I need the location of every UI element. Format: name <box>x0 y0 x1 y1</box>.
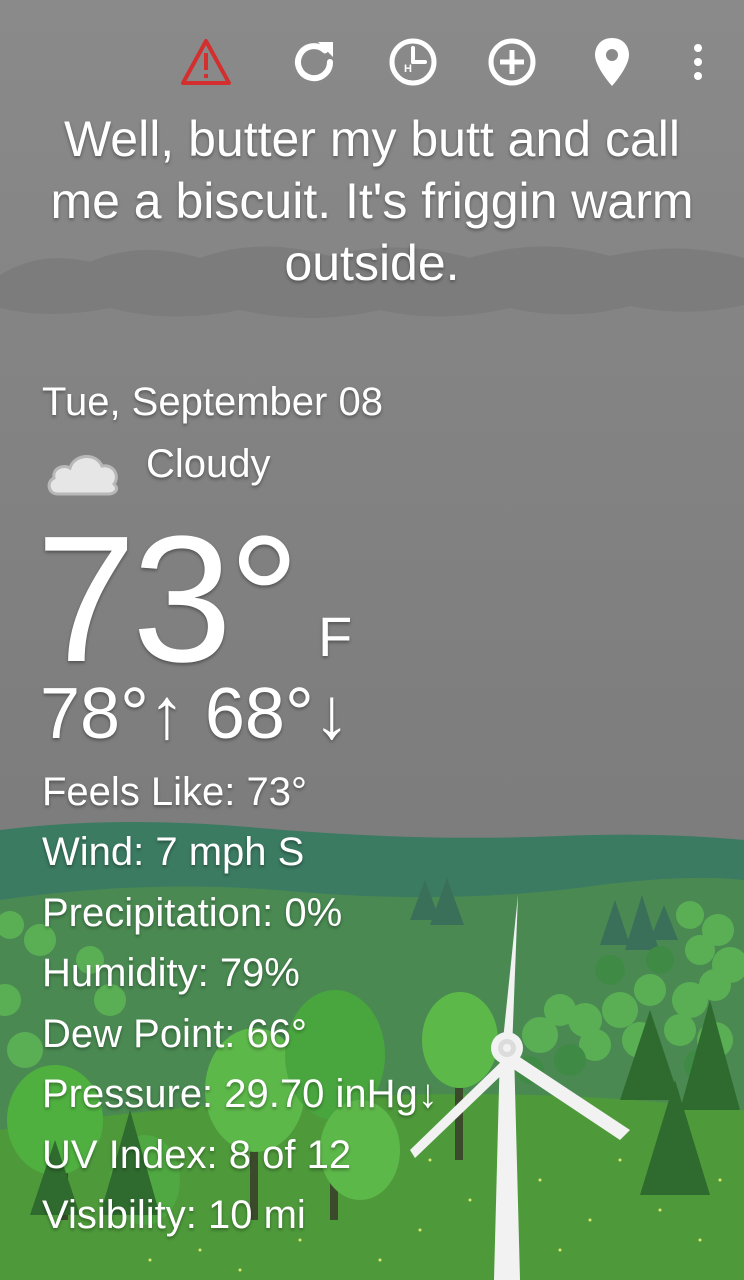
cloud-icon <box>47 455 118 496</box>
overflow-menu-icon <box>694 44 702 80</box>
detail-visibility: Visibility: 10 mi <box>42 1193 306 1237</box>
svg-text:H: H <box>404 63 412 75</box>
refresh-button[interactable] <box>286 34 342 90</box>
alert-button[interactable] <box>178 34 234 90</box>
detail-feels-like: Feels Like: 73° <box>42 770 308 814</box>
detail-pressure: Pressure: 29.70 inHg↓ <box>42 1072 438 1116</box>
condition-label: Cloudy <box>146 442 271 486</box>
hourly-forecast-button[interactable]: H <box>385 34 441 90</box>
detail-humidity: Humidity: 79% <box>42 951 300 995</box>
detail-dew-point: Dew Point: 66° <box>42 1012 308 1056</box>
refresh-icon <box>295 42 334 82</box>
high-low-temperature: 78°↑ 68°↓ <box>40 674 350 754</box>
action-bar: H <box>0 26 744 96</box>
hourly-clock-icon: H <box>389 38 437 86</box>
location-pin-icon <box>595 38 629 86</box>
weather-headline: Well, butter my butt and call me a biscu… <box>50 111 694 291</box>
add-location-button[interactable] <box>484 34 540 90</box>
forecast-date: Tue, September 08 <box>42 380 383 424</box>
detail-precipitation: Precipitation: 0% <box>42 891 343 935</box>
add-location-icon <box>488 38 536 86</box>
overflow-menu-button[interactable] <box>670 34 726 90</box>
alert-icon <box>181 39 231 85</box>
detail-wind: Wind: 7 mph S <box>42 830 305 874</box>
detail-uv-index: UV Index: 8 of 12 <box>42 1133 352 1177</box>
location-button[interactable] <box>584 34 640 90</box>
temperature-unit: F <box>318 605 353 668</box>
current-temperature: 73° <box>36 499 300 700</box>
weather-screen: H Well, butter my butt and call me a bis… <box>0 0 744 1280</box>
